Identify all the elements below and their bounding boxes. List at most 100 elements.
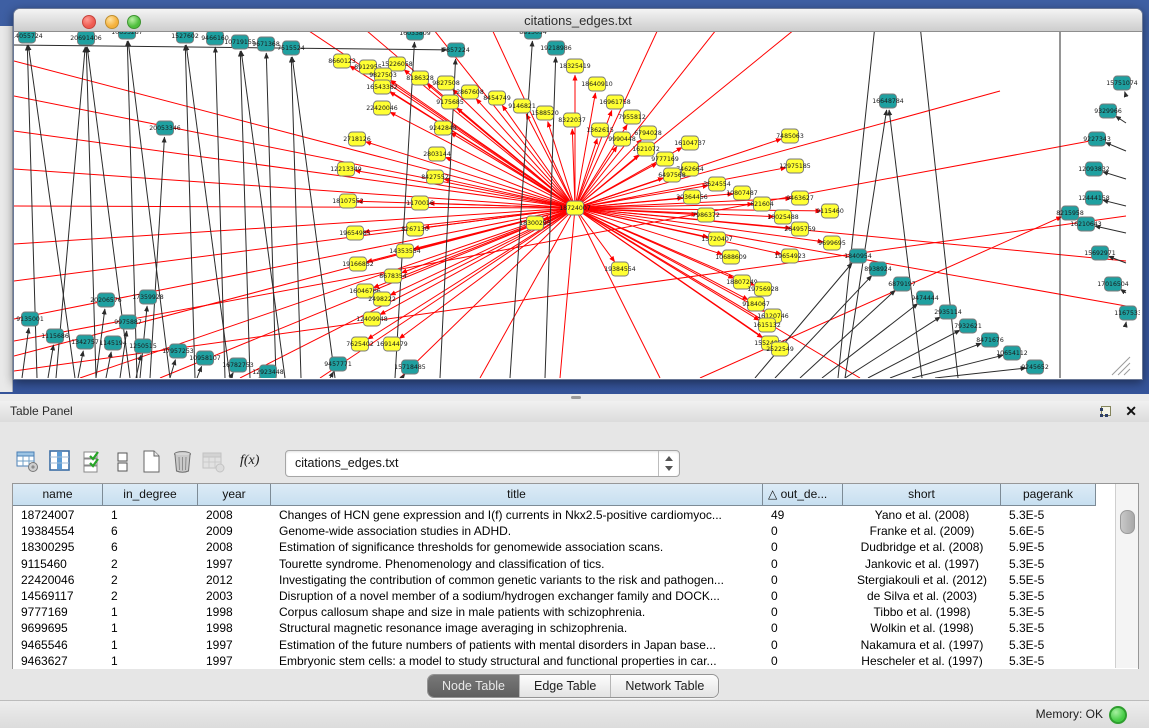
select-all-rows-button[interactable] xyxy=(82,450,106,474)
network-node[interactable]: 1362615 xyxy=(586,123,614,137)
network-node[interactable]: 9474444 xyxy=(911,291,939,305)
network-node[interactable]: 8678354 xyxy=(379,269,407,283)
network-node[interactable]: 8267130 xyxy=(401,222,429,236)
citation-network-graph[interactable]: 1872400714055724206914061065328715276029… xyxy=(14,32,1140,378)
network-node[interactable]: 8471676 xyxy=(976,333,1004,347)
network-node[interactable]: 7955812 xyxy=(618,110,646,124)
network-node[interactable]: 12444158 xyxy=(1078,191,1110,205)
show-columns-button[interactable] xyxy=(49,450,73,474)
network-node[interactable]: 20206576 xyxy=(90,293,122,307)
network-node[interactable]: 7485063 xyxy=(776,129,804,143)
function-builder-button[interactable]: f(x) xyxy=(240,453,259,469)
network-node[interactable]: 9115460 xyxy=(816,204,844,218)
network-window-titlebar[interactable]: citations_edges.txt xyxy=(14,9,1142,32)
network-node[interactable]: 12923448 xyxy=(252,365,284,378)
network-node[interactable]: 15720407 xyxy=(701,232,733,246)
network-node[interactable]: 6879197 xyxy=(888,277,916,291)
network-node[interactable]: 17016504 xyxy=(1097,277,1129,291)
dropdown-stepper[interactable] xyxy=(658,451,679,476)
table-scrollbar[interactable] xyxy=(1115,484,1138,668)
network-node[interactable]: 16104737 xyxy=(674,136,706,150)
network-node[interactable]: 14055724 xyxy=(14,32,43,43)
network-node[interactable]: 12975185 xyxy=(779,159,811,173)
table-row[interactable]: 977716911998Corpus callosum shape and si… xyxy=(13,604,1114,620)
network-node[interactable]: 8454749 xyxy=(483,91,511,105)
tab-network-table[interactable]: Network Table xyxy=(611,675,718,697)
network-node[interactable]: 9227343 xyxy=(1083,132,1111,146)
table-row[interactable]: 1456911722003Disruption of a novel membe… xyxy=(13,588,1114,604)
network-node[interactable]: 621604 xyxy=(750,197,774,211)
network-node[interactable]: 9975887 xyxy=(114,315,142,329)
network-node[interactable]: 2718126 xyxy=(343,132,371,146)
column-header-name[interactable]: name xyxy=(13,484,103,506)
network-node[interactable]: 9329966 xyxy=(1094,104,1122,118)
network-node[interactable]: 10653287 xyxy=(111,32,143,39)
network-node[interactable]: 10688609 xyxy=(715,250,747,264)
network-node[interactable]: 1527602 xyxy=(171,32,199,43)
table-row[interactable]: 946554611997Estimation of the future num… xyxy=(13,637,1114,653)
network-node[interactable]: 1167533 xyxy=(1114,306,1140,320)
network-node[interactable]: 8186328 xyxy=(406,71,434,85)
column-header-in_degree[interactable]: in_degree xyxy=(103,484,198,506)
column-header-short[interactable]: short xyxy=(843,484,1001,506)
table-row[interactable]: 2242004622012Investigating the contribut… xyxy=(13,572,1114,588)
window-resize-grip[interactable] xyxy=(1118,363,1130,375)
network-node[interactable]: 7625402 xyxy=(346,337,374,351)
network-window[interactable]: citations_edges.txt 18724007140557242069… xyxy=(13,8,1143,380)
network-node[interactable]: 19166852 xyxy=(342,257,374,271)
table-row[interactable]: 1830029562008Estimation of significance … xyxy=(13,539,1114,555)
network-node[interactable]: 9990448 xyxy=(608,132,636,146)
network-node[interactable]: 9699695 xyxy=(818,236,846,250)
network-node[interactable]: 18107552 xyxy=(332,194,364,208)
table-scrollbar-thumb[interactable] xyxy=(1120,510,1135,534)
network-node[interactable]: 16914479 xyxy=(376,337,408,351)
network-node[interactable]: 20053346 xyxy=(149,121,181,135)
network-node[interactable]: 1621072 xyxy=(632,142,660,156)
network-node[interactable]: 16033809 xyxy=(399,32,431,40)
network-node[interactable]: 2803144 xyxy=(423,147,451,161)
network-node[interactable]: 9827508 xyxy=(432,76,460,90)
network-node[interactable]: 2935114 xyxy=(934,305,962,319)
table-row[interactable]: 969969511998Structural magnetic resonanc… xyxy=(13,620,1114,636)
column-header-out_de[interactable]: △ out_de... xyxy=(763,484,843,506)
table-select-dropdown[interactable]: citations_edges.txt xyxy=(285,450,680,477)
network-node[interactable]: 19218986 xyxy=(540,41,572,55)
window-resize-grip[interactable] xyxy=(1124,369,1130,375)
panel-divider-handle[interactable] xyxy=(571,396,581,399)
network-view-canvas[interactable]: 1872400714055724206914061065328715276029… xyxy=(14,32,1140,378)
network-node[interactable]: 7515524 xyxy=(277,41,305,55)
network-node[interactable]: 15718485 xyxy=(394,360,426,374)
network-node[interactable]: 18325419 xyxy=(559,59,591,73)
network-node[interactable]: 10719155 xyxy=(224,35,256,49)
network-node[interactable]: 19384554 xyxy=(604,262,636,276)
close-panel-button[interactable]: ✕ xyxy=(1125,403,1137,420)
network-node[interactable]: 8660123 xyxy=(328,54,356,68)
panel-divider[interactable] xyxy=(0,394,1149,401)
table-options-button[interactable] xyxy=(16,450,40,474)
clear-selection-button[interactable] xyxy=(111,450,135,474)
network-node[interactable]: 18640910 xyxy=(581,77,613,91)
network-node[interactable]: 12409948 xyxy=(356,312,388,326)
tab-node-table[interactable]: Node Table xyxy=(428,675,520,697)
network-node[interactable]: 9175685 xyxy=(436,95,464,109)
table-row[interactable]: 1872400712008Changes of HCN gene express… xyxy=(13,507,1114,523)
network-node[interactable]: 9671368 xyxy=(252,37,280,51)
tab-edge-table[interactable]: Edge Table xyxy=(520,675,611,697)
network-node[interactable]: 1840954 xyxy=(844,249,872,263)
column-header-title[interactable]: title xyxy=(271,484,763,506)
float-panel-button[interactable] xyxy=(1100,406,1111,417)
network-node[interactable]: 1145194 xyxy=(99,336,127,350)
column-header-pagerank[interactable]: pagerank xyxy=(1001,484,1096,506)
network-node[interactable]: 8813054 xyxy=(519,32,547,39)
create-column-button[interactable] xyxy=(140,450,164,474)
network-node[interactable]: 12093832 xyxy=(1078,162,1110,176)
network-node[interactable]: 10654112 xyxy=(996,346,1028,360)
network-node[interactable]: 22420046 xyxy=(366,101,398,115)
network-node[interactable]: 16648784 xyxy=(872,94,904,108)
network-node[interactable]: 10807487 xyxy=(726,186,758,200)
table-row[interactable]: 911546021997Tourette syndrome. Phenomeno… xyxy=(13,556,1114,572)
table-row[interactable]: 1938455462009Genome-wide association stu… xyxy=(13,523,1114,539)
network-node[interactable]: 9245652 xyxy=(1021,360,1049,374)
table-row[interactable]: 946362711997Embryonic stem cells: a mode… xyxy=(13,653,1114,669)
column-header-year[interactable]: year xyxy=(198,484,271,506)
